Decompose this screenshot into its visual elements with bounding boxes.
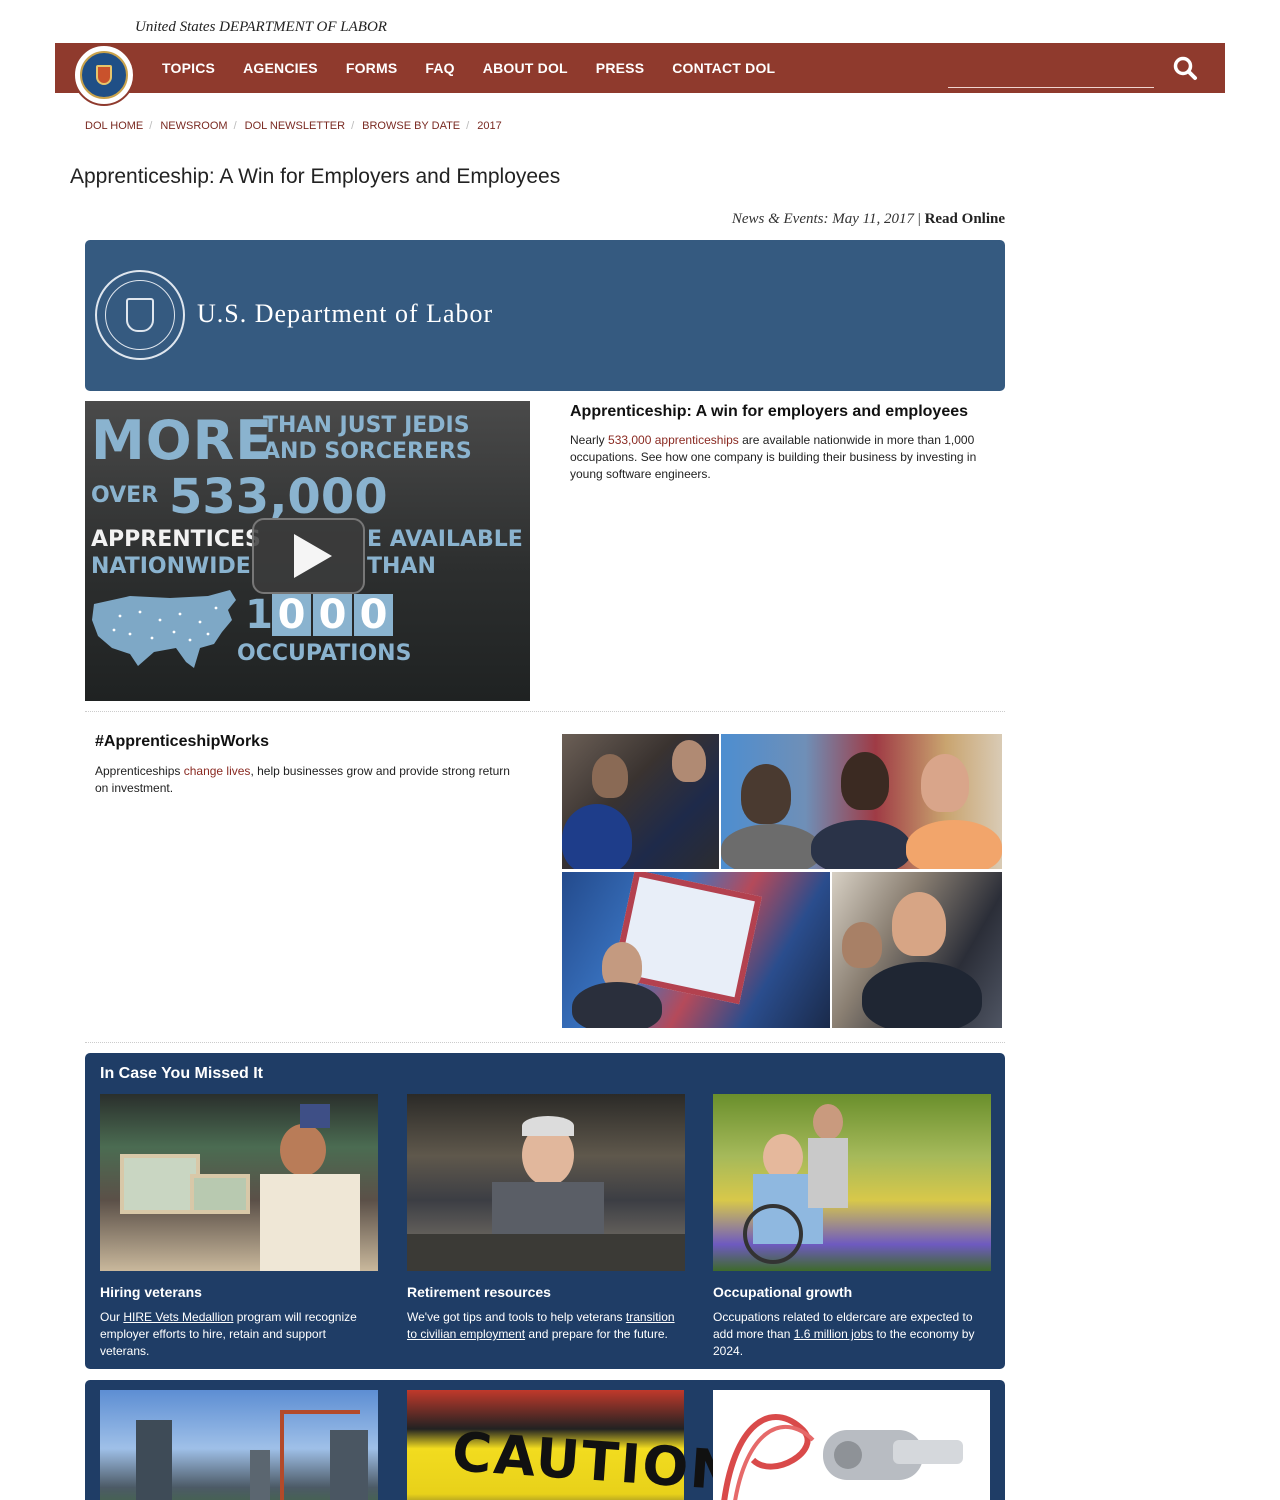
eldercare-garden-image[interactable] <box>713 1094 991 1271</box>
breadcrumb-separator: / <box>149 120 153 132</box>
feature-title: Apprenticeship: A win for employers and … <box>570 403 969 420</box>
card-text-before: Our <box>100 1310 124 1324</box>
video-text-occupations: OCCUPATIONS <box>237 641 412 666</box>
breadcrumb-newsroom[interactable]: NEWSROOM <box>160 120 227 132</box>
news-events-line: News & Events: May 11, 2017 | Read Onlin… <box>732 211 1005 228</box>
city-construction-image[interactable] <box>100 1390 378 1500</box>
video-text-than: THAN <box>367 554 436 579</box>
card-text: Our HIRE Vets Medallion program will rec… <box>100 1309 378 1360</box>
video-text-over: OVER <box>91 483 159 508</box>
card-occupational-growth: Occupational growth Occupations related … <box>713 1094 991 1360</box>
breadcrumb: DOL HOME / NEWSROOM / DOL NEWSLETTER / BROW… <box>85 120 508 132</box>
card-title: Retirement resources <box>407 1284 551 1300</box>
whistle-image[interactable] <box>713 1390 990 1500</box>
section-divider <box>85 1042 1005 1043</box>
seal-inner <box>80 51 128 99</box>
apprenticeship-works-text-before: Apprenticeships <box>95 764 184 778</box>
banner-title: U.S. Department of Labor <box>197 299 494 328</box>
banner-seal-icon <box>95 270 185 360</box>
seal-shield-icon <box>96 65 112 85</box>
interview-photo <box>832 872 1002 1028</box>
nav-about-dol[interactable]: ABOUT DOL <box>483 60 568 76</box>
nav-agencies[interactable]: AGENCIES <box>243 60 318 76</box>
breadcrumb-2017[interactable]: 2017 <box>477 120 501 132</box>
video-digit: 0 <box>272 592 311 638</box>
apprenticeships-link[interactable]: 533,000 apprenticeships <box>608 433 739 447</box>
handshake-photo <box>562 734 719 869</box>
apprenticeship-video[interactable]: MORE THAN JUST JEDIS AND SORCERERS OVER … <box>85 401 530 701</box>
change-lives-link[interactable]: change lives <box>184 764 251 778</box>
in-case-you-missed-it-panel: In Case You Missed It Hiring veterans Ou… <box>85 1053 1005 1369</box>
caution-text: CAUTION <box>450 1420 740 1500</box>
video-digit: 1 <box>245 592 273 638</box>
hire-vets-medallion-link[interactable]: HIRE Vets Medallion <box>123 1310 233 1324</box>
page-title: Apprenticeship: A Win for Employers and … <box>70 165 561 188</box>
us-map-icon <box>92 590 236 668</box>
card-title: Occupational growth <box>713 1284 853 1300</box>
search-icon[interactable] <box>1172 55 1200 83</box>
video-text-apprentices: APPRENTICES <box>91 527 261 552</box>
video-text-more: MORE <box>91 409 274 472</box>
breadcrumb-separator: / <box>233 120 237 132</box>
breadcrumb-browse-by-date[interactable]: BROWSE BY DATE <box>362 120 460 132</box>
video-text-available: E AVAILABLE <box>367 527 523 552</box>
play-button[interactable] <box>252 518 365 594</box>
news-date-label: News & Events: May 11, 2017 <box>731 211 915 227</box>
whistle-icon <box>721 1414 963 1500</box>
video-digits: 1 0 0 0 <box>245 592 395 638</box>
breadcrumb-dol-home[interactable]: DOL HOME <box>85 120 143 132</box>
nav-press[interactable]: PRESS <box>596 60 644 76</box>
read-online-link[interactable]: Read Online <box>925 211 1005 227</box>
nav-menu: TOPICS AGENCIES FORMS FAQ ABOUT DOL PRES… <box>162 43 803 93</box>
video-digit: 0 <box>354 592 393 638</box>
card-text-after: and prepare for the future. <box>525 1327 668 1341</box>
agency-line: United States DEPARTMENT OF LABOR <box>135 19 387 35</box>
breadcrumb-separator: / <box>466 120 470 132</box>
card-text-before: We've got tips and tools to help veteran… <box>407 1310 626 1324</box>
more-stories-panel: CAUTION <box>85 1380 1005 1500</box>
dol-banner: U.S. Department of Labor <box>85 240 1005 391</box>
apprenticeship-works-text: Apprenticeships change lives, help busin… <box>95 763 515 797</box>
breadcrumb-separator: / <box>351 120 355 132</box>
apprenticeship-works-title: #ApprenticeshipWorks <box>95 733 269 750</box>
video-text-nationwide: NATIONWIDE <box>91 554 251 579</box>
card-retirement-resources: Retirement resources We've got tips and … <box>407 1094 685 1343</box>
nav-topics[interactable]: TOPICS <box>162 60 215 76</box>
feature-text-before: Nearly <box>570 433 609 447</box>
main-navbar: TOPICS AGENCIES FORMS FAQ ABOUT DOL PRES… <box>55 43 1225 106</box>
video-text-jedis: THAN JUST JEDIS <box>263 413 470 438</box>
retiree-desk-image[interactable] <box>407 1094 685 1271</box>
seal-eagle-icon <box>126 298 154 332</box>
banner-seal-ring <box>105 280 175 350</box>
search-input[interactable] <box>948 56 1154 88</box>
nav-forms[interactable]: FORMS <box>346 60 398 76</box>
card-hiring-veterans: Hiring veterans Our HIRE Vets Medallion … <box>100 1094 378 1360</box>
play-icon <box>293 534 332 578</box>
group-photo <box>721 734 1002 869</box>
video-text-sorcerers: AND SORCERERS <box>263 439 472 464</box>
speaker-photo <box>562 872 830 1028</box>
breadcrumb-dol-newsletter[interactable]: DOL NEWSLETTER <box>245 120 345 132</box>
nav-faq[interactable]: FAQ <box>425 60 454 76</box>
video-digit: 0 <box>313 592 352 638</box>
card-title: Hiring veterans <box>100 1284 202 1300</box>
nav-contact-dol[interactable]: CONTACT DOL <box>672 60 775 76</box>
news-separator: | <box>917 211 921 227</box>
million-jobs-link[interactable]: 1.6 million jobs <box>794 1327 873 1341</box>
card-text: Occupations related to eldercare are exp… <box>713 1309 991 1360</box>
card-text: We've got tips and tools to help veteran… <box>407 1309 685 1343</box>
missed-title: In Case You Missed It <box>100 1065 264 1082</box>
video-text-533000: 533,000 <box>169 469 388 525</box>
feature-text: Nearly 533,000 apprenticeships are avail… <box>570 432 990 483</box>
caution-tape-image[interactable]: CAUTION <box>407 1390 739 1500</box>
veteran-operator-image[interactable] <box>100 1094 378 1271</box>
section-divider <box>85 711 1005 712</box>
dol-seal-logo[interactable] <box>73 44 135 106</box>
